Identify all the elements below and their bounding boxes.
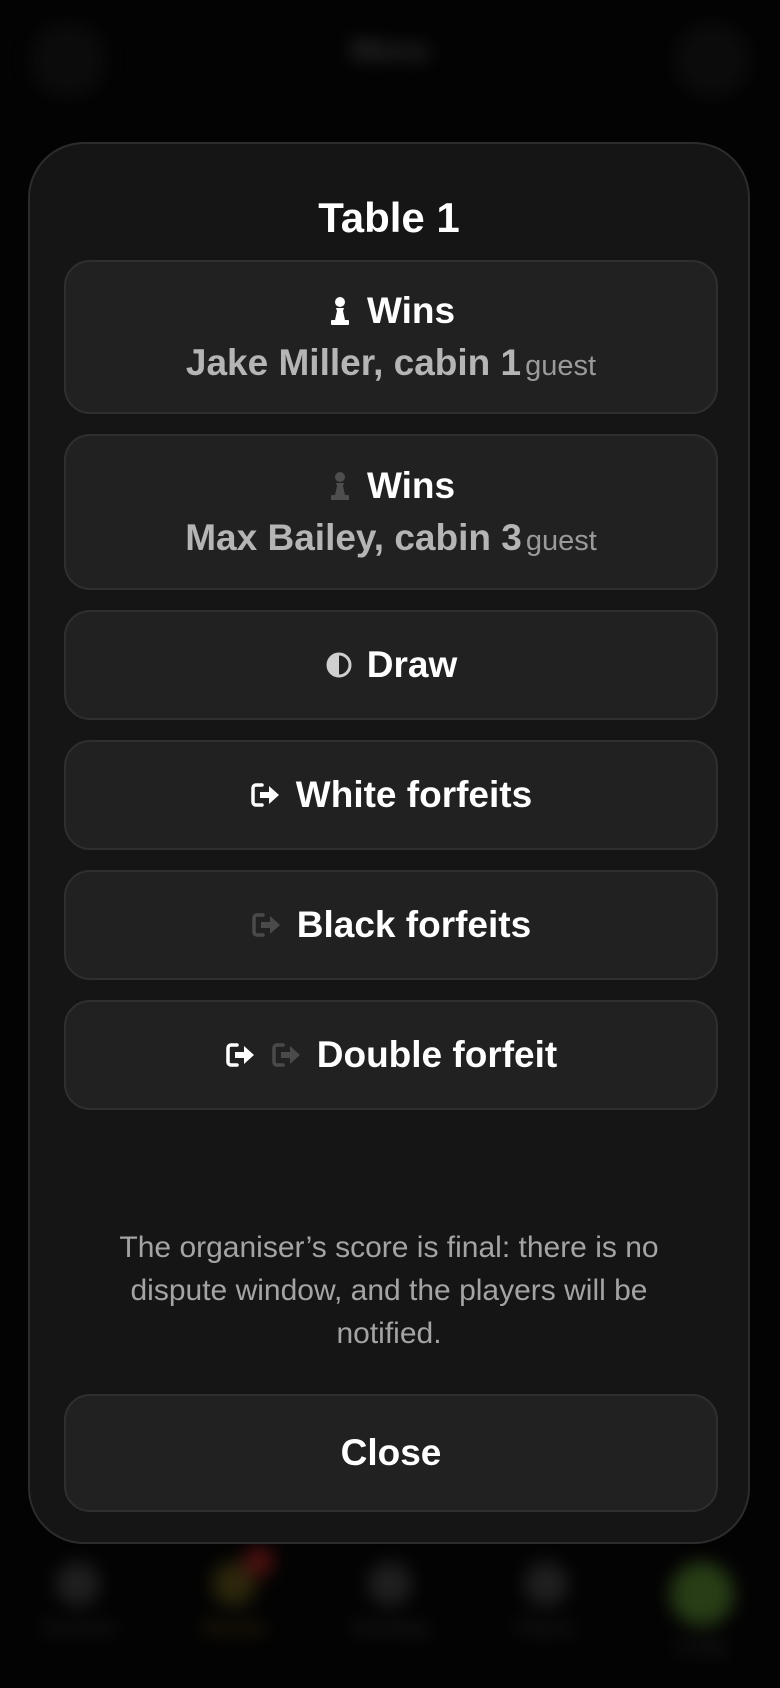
player-line: Max Bailey, cabin 3 guest bbox=[185, 517, 597, 559]
option-label: Wins bbox=[366, 290, 456, 331]
half-circle-icon bbox=[326, 652, 352, 678]
option-label: Wins bbox=[366, 465, 456, 506]
black-wins-button[interactable]: Wins Max Bailey, cabin 3 guest bbox=[64, 434, 718, 590]
player-line: Jake Miller, cabin 1 guest bbox=[186, 342, 596, 384]
guest-tag: guest bbox=[525, 525, 597, 557]
info-note: The organiser’s score is final: there is… bbox=[119, 1231, 659, 1350]
close-button[interactable]: Close bbox=[64, 1394, 718, 1512]
draw-button[interactable]: Draw bbox=[64, 610, 718, 720]
black-pawn-icon bbox=[330, 472, 349, 500]
option-label: Black forfeits bbox=[296, 904, 532, 945]
exit-icon bbox=[252, 913, 280, 937]
option-label: Double forfeit bbox=[316, 1034, 558, 1075]
exit-icon bbox=[251, 783, 279, 807]
double-forfeit-button[interactable]: Double forfeit bbox=[64, 1000, 718, 1110]
white-forfeits-button[interactable]: White forfeits bbox=[64, 740, 718, 850]
modal-title: Table 1 bbox=[318, 194, 460, 241]
white-wins-button[interactable]: Wins Jake Miller, cabin 1 guest bbox=[64, 260, 718, 414]
guest-tag: guest bbox=[525, 350, 597, 382]
result-modal: Table 1 Wins Jake Miller, cabin 1 guest W bbox=[28, 142, 750, 1544]
player-name: Max Bailey, cabin 3 bbox=[185, 517, 522, 558]
option-label: Draw bbox=[366, 644, 458, 685]
white-pawn-icon bbox=[330, 297, 349, 325]
option-label: White forfeits bbox=[295, 774, 533, 815]
black-forfeits-button[interactable]: Black forfeits bbox=[64, 870, 718, 980]
exit-icon bbox=[226, 1043, 254, 1067]
player-name: Jake Miller, cabin 1 bbox=[185, 342, 522, 383]
exit-icon bbox=[272, 1043, 300, 1067]
